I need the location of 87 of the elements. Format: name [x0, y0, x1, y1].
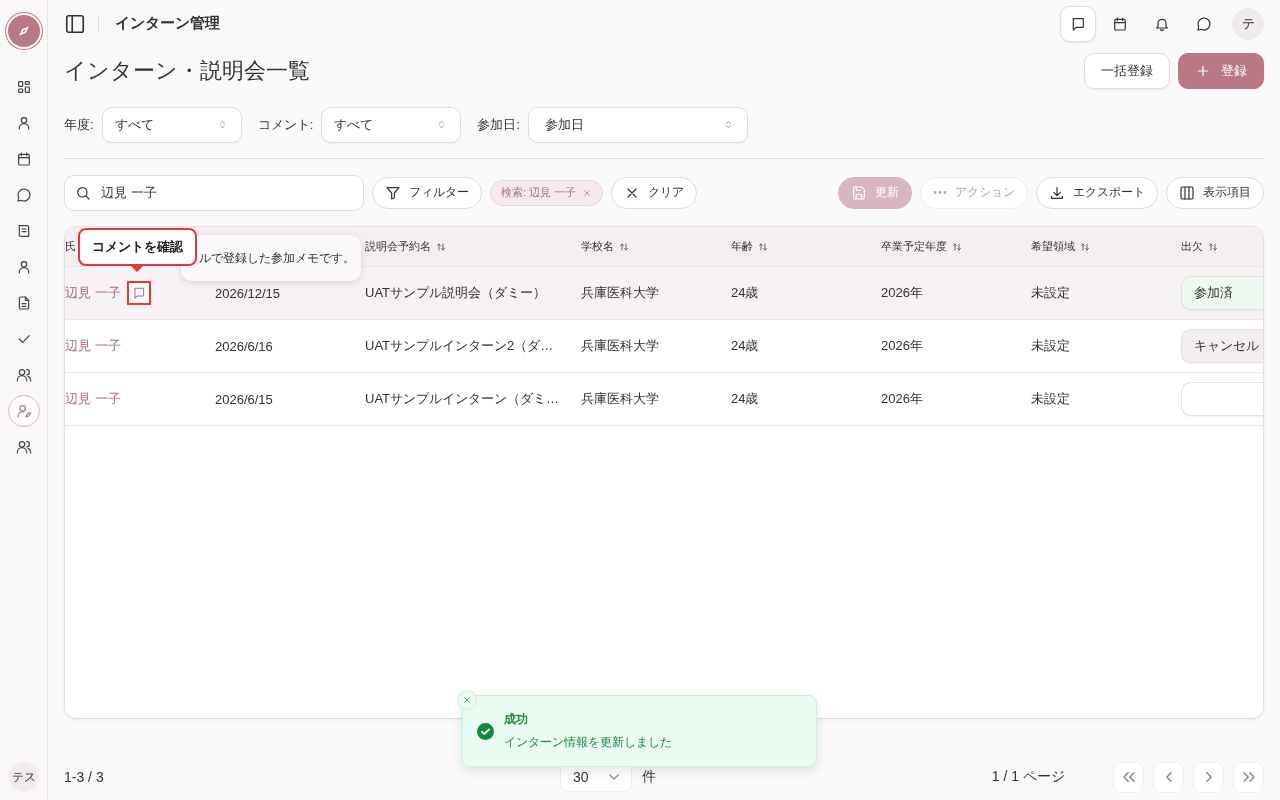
toast-title: 成功	[504, 711, 529, 728]
column-header[interactable]: 年齢	[731, 239, 753, 255]
table-cell: 未設定	[1031, 337, 1070, 356]
chevron-down-icon	[609, 774, 619, 781]
table-cell: 2026/6/15	[215, 391, 273, 407]
chat-icon	[15, 187, 32, 203]
comment-button[interactable]	[126, 281, 151, 306]
table-cell: 2026/12/15	[215, 285, 281, 301]
success-icon	[477, 722, 494, 740]
column-header[interactable]: 氏	[65, 239, 76, 255]
clear-button[interactable]: クリア	[611, 176, 698, 209]
download-icon	[1049, 184, 1065, 201]
search-chip[interactable]: 検索: 辺見 一子	[490, 179, 604, 206]
column-header[interactable]: 学校名	[581, 239, 614, 255]
filter-select[interactable]: すべて	[321, 106, 462, 143]
table-cell: 兵庫医科大学	[581, 390, 659, 409]
column-header[interactable]: 説明会予約名	[365, 239, 431, 255]
filter-select[interactable]: すべて	[101, 106, 242, 143]
guide-callout: コメントを確認	[78, 228, 197, 267]
chevron-left-icon	[1165, 772, 1172, 783]
filter-label: 参加日:	[477, 115, 520, 134]
table-cell: UATサンプルインターン2（ダ…	[365, 337, 554, 356]
callout-pointer	[131, 266, 143, 273]
calendar-icon	[1112, 15, 1128, 32]
table-cell: 未設定	[1031, 284, 1070, 303]
double-left-icon	[1122, 772, 1135, 783]
column-header[interactable]: 卒業予定年度	[881, 239, 947, 255]
chevron-right-icon	[1205, 772, 1212, 783]
toast-message: インターン情報を更新しました	[504, 734, 672, 751]
search-input[interactable]: 辺見 一子	[99, 184, 353, 202]
column-header[interactable]: 出欠	[1181, 239, 1203, 255]
table-row[interactable]: 辺見 一子 2026/6/15 UATサンプルインターン（ダミ… 兵庫医科大学 24歳 2026年 未設定	[65, 373, 1263, 427]
user-avatar[interactable]: テ	[1232, 7, 1264, 40]
table-cell: 24歳	[731, 390, 759, 409]
search-icon	[75, 184, 91, 201]
table-cell: 2026年	[881, 337, 923, 356]
search-field[interactable]: 辺見 一子	[64, 174, 364, 211]
table-cell: 2026/6/16	[215, 338, 273, 354]
table-cell: UATサンプル説明会（ダミー）	[365, 284, 547, 303]
app-logo[interactable]	[7, 15, 40, 47]
filter-select[interactable]: 参加日	[527, 106, 748, 143]
table-cell: 未設定	[1031, 390, 1070, 409]
page-indicator: 1 / 1 ページ	[991, 768, 1065, 787]
table-cell: 兵庫医科大学	[581, 284, 659, 303]
table-cell: 24歳	[731, 337, 759, 356]
filter-icon	[385, 184, 401, 201]
grid-icon	[15, 79, 32, 95]
person-edit-icon	[15, 403, 32, 419]
user-avatar[interactable]: テス	[8, 762, 39, 792]
people-icon	[15, 439, 32, 455]
table-cell: 2026年	[881, 390, 923, 409]
close-icon	[462, 695, 472, 705]
message-icon	[131, 286, 146, 301]
save-icon	[851, 184, 867, 201]
attendance-select[interactable]: 参加済	[1181, 276, 1263, 311]
more-icon	[933, 191, 947, 195]
filter-label: 年度:	[64, 115, 94, 134]
sidebar-toggle-icon	[64, 12, 86, 35]
table-cell: UATサンプルインターン（ダミ…	[365, 390, 560, 409]
header-icon-button[interactable]	[1060, 5, 1096, 42]
app-title: インターン管理	[115, 14, 220, 34]
name-link[interactable]: 辺見 一子	[65, 390, 121, 409]
page-size-unit: 件	[642, 768, 656, 787]
column-header[interactable]: 希望領域	[1031, 239, 1075, 255]
result-count: 1-3 / 3	[64, 769, 105, 786]
columns-icon	[1179, 184, 1195, 201]
table-cell: 24歳	[731, 284, 759, 303]
name-link[interactable]: 辺見 一子	[65, 337, 121, 356]
message-icon	[1070, 15, 1086, 32]
table-cell: 兵庫医科大学	[581, 337, 659, 356]
filter-label: コメント:	[257, 115, 314, 134]
people-icon	[15, 367, 32, 383]
name-link[interactable]: 辺見 一子	[65, 284, 121, 303]
page-title: インターン・説明会一覧	[64, 57, 310, 86]
table-cell: 2026年	[881, 284, 923, 303]
chat-icon	[1196, 15, 1212, 32]
sidebar-toggle-button[interactable]	[64, 12, 86, 35]
filter-button[interactable]: フィルター	[372, 176, 482, 209]
export-button[interactable]: エクスポート	[1036, 176, 1158, 209]
columns-button[interactable]: 表示項目	[1166, 176, 1264, 209]
table-row[interactable]: 辺見 一子 2026/6/16 UATサンプルインターン2（ダ… 兵庫医科大学 24歳 2026年 未設定 キャンセル	[65, 320, 1263, 374]
table-row[interactable]: 辺見 一子 2026/12/15 UATサンプル説明会（ダミー） 兵庫医科大学 24歳 2026年 未設定 参加済	[65, 267, 1263, 321]
attendance-select[interactable]: キャンセル	[1181, 329, 1263, 364]
calendar-icon	[15, 151, 32, 167]
bulk-register-button[interactable]: 一括登録	[1084, 53, 1170, 90]
close-icon	[582, 187, 593, 198]
double-right-icon	[1242, 772, 1255, 783]
